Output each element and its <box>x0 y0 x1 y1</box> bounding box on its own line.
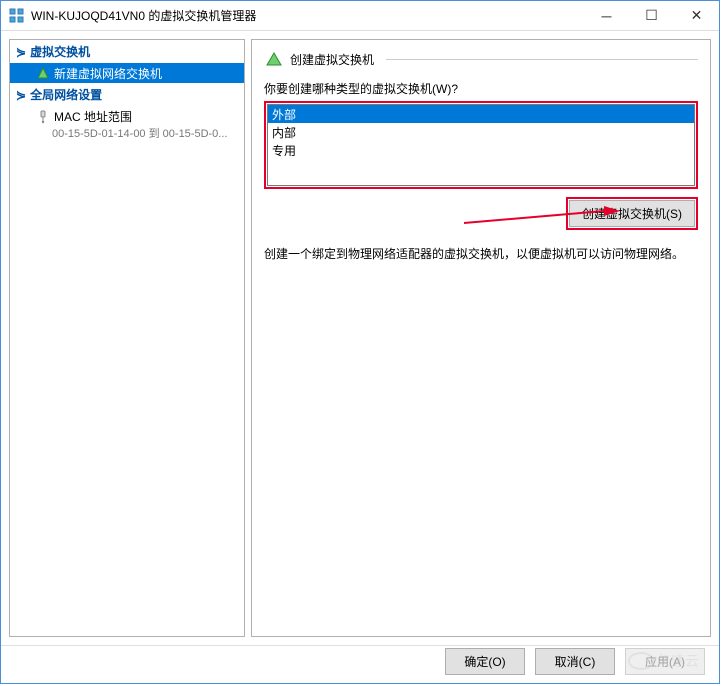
tree-item-mac-range[interactable]: MAC 地址范围 00-15-5D-01-14-00 到 00-15-5D-0.… <box>10 106 244 143</box>
detail-header: 创建虚拟交换机 <box>264 50 698 68</box>
watermark-text: 亿速云 <box>657 653 699 669</box>
window-controls: ─ ☐ ✕ <box>584 1 719 30</box>
new-switch-icon <box>36 66 50 80</box>
detail-title: 创建虚拟交换机 <box>290 51 374 68</box>
maximize-button[interactable]: ☐ <box>629 1 674 30</box>
tree-pane: ⋟ 虚拟交换机 新建虚拟网络交换机 ⋟ 全局网络设置 MAC 地址范围 <box>9 39 245 637</box>
close-button[interactable]: ✕ <box>674 1 719 30</box>
watermark: 亿速云 <box>627 648 707 677</box>
create-row: 创建虚拟交换机(S) <box>264 197 698 230</box>
dialog-footer: 确定(O) 取消(C) 应用(A) <box>1 645 719 677</box>
detail-pane: 创建虚拟交换机 你要创建哪种类型的虚拟交换机(W)? 外部 内部 专用 创建虚拟… <box>251 39 711 637</box>
tree-item-label: MAC 地址范围 <box>54 108 132 125</box>
window-title: WIN-KUJOQD41VN0 的虚拟交换机管理器 <box>31 7 584 24</box>
titlebar[interactable]: WIN-KUJOQD41VN0 的虚拟交换机管理器 ─ ☐ ✕ <box>1 1 719 31</box>
switch-type-listbox[interactable]: 外部 内部 专用 <box>267 104 695 186</box>
tree-section-label: 全局网络设置 <box>30 86 102 103</box>
list-item-private[interactable]: 专用 <box>268 141 694 159</box>
minimize-button[interactable]: ─ <box>584 1 629 30</box>
switch-icon <box>264 50 284 68</box>
app-icon <box>9 8 25 24</box>
chevron-down-icon: ⋟ <box>16 88 26 102</box>
tree-section-label: 虚拟交换机 <box>30 43 90 60</box>
divider-line <box>386 59 698 60</box>
list-item-internal[interactable]: 内部 <box>268 123 694 141</box>
window-frame: WIN-KUJOQD41VN0 的虚拟交换机管理器 ─ ☐ ✕ ⋟ 虚拟交换机 … <box>0 0 720 684</box>
list-item-external[interactable]: 外部 <box>268 105 694 123</box>
mac-range-value: 00-15-5D-01-14-00 到 00-15-5D-0... <box>36 125 238 141</box>
type-description: 创建一个绑定到物理网络适配器的虚拟交换机，以便虚拟机可以访问物理网络。 <box>264 246 698 263</box>
tree-item-label: 新建虚拟网络交换机 <box>54 65 162 82</box>
tree-section-global-settings[interactable]: ⋟ 全局网络设置 <box>10 83 244 106</box>
highlight-listbox: 外部 内部 专用 <box>264 101 698 189</box>
content-area: ⋟ 虚拟交换机 新建虚拟网络交换机 ⋟ 全局网络设置 MAC 地址范围 <box>1 31 719 645</box>
ok-button[interactable]: 确定(O) <box>445 648 525 675</box>
cancel-button[interactable]: 取消(C) <box>535 648 615 675</box>
tree-item-new-switch[interactable]: 新建虚拟网络交换机 <box>10 63 244 83</box>
annotation-arrow <box>464 205 624 227</box>
chevron-down-icon: ⋟ <box>16 45 26 59</box>
nic-icon <box>36 110 50 124</box>
type-prompt: 你要创建哪种类型的虚拟交换机(W)? <box>264 80 698 97</box>
tree-section-virtual-switches[interactable]: ⋟ 虚拟交换机 <box>10 40 244 63</box>
